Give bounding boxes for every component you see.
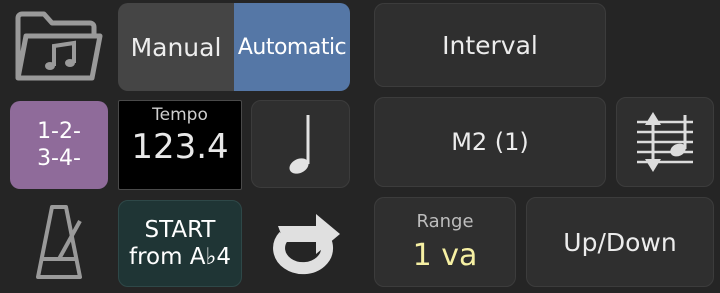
range-label: Range (416, 211, 474, 232)
staff-direction-button[interactable] (616, 97, 714, 187)
staff-up-down-icon (637, 112, 693, 172)
tempo-display[interactable]: Tempo 123.4 (118, 100, 242, 190)
count-pattern-line2: 3-4- (37, 146, 81, 171)
interval-value-button[interactable]: M2 (1) (374, 97, 606, 187)
count-pattern-line1: 1-2- (37, 118, 81, 144)
start-button[interactable]: START from A♭4 (118, 200, 242, 287)
mode-toggle[interactable]: Manual Automatic (118, 3, 350, 91)
start-from-note: from A♭4 (128, 243, 232, 270)
automatic-mode-button[interactable]: Automatic (234, 3, 350, 91)
open-folder-icon[interactable] (12, 8, 104, 86)
start-label: START (144, 217, 216, 244)
range-button[interactable]: Range 1 va (374, 197, 516, 287)
metronome-icon[interactable] (28, 203, 90, 283)
count-pattern-button[interactable]: 1-2- 3-4- (10, 101, 108, 189)
note-value-button[interactable] (251, 100, 350, 188)
tempo-value: 123.4 (131, 127, 229, 167)
interval-button[interactable]: Interval (374, 3, 606, 87)
tempo-label: Tempo (152, 105, 208, 125)
range-value: 1 va (412, 238, 478, 273)
manual-mode-button[interactable]: Manual (118, 3, 234, 91)
loop-icon[interactable] (258, 212, 344, 278)
quarter-note-icon (288, 115, 309, 174)
direction-button[interactable]: Up/Down (526, 197, 714, 287)
